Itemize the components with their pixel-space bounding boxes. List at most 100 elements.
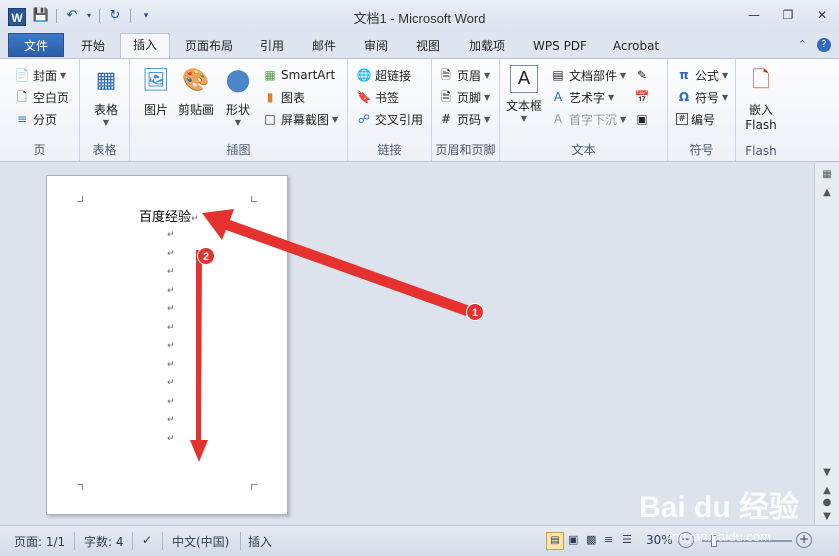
date-time-button[interactable]: 📅 (634, 87, 650, 107)
close-icon[interactable]: ✕ (811, 6, 833, 24)
textbox-button[interactable]: A 文本框 ▼ (504, 65, 544, 123)
signature-line-button[interactable]: ✎ (634, 65, 650, 85)
page-break-button[interactable]: ≡ 分页 (14, 109, 57, 129)
restore-icon[interactable]: ❐ (777, 6, 799, 24)
textbox-label: 文本框 (505, 99, 542, 113)
textbox-icon: A (510, 65, 538, 93)
object-icon: ▣ (636, 112, 648, 126)
page-number-button[interactable]: # 页码 ▼ (438, 109, 490, 129)
chart-button[interactable]: ▮ 图表 (262, 87, 305, 107)
paragraph-mark: ↵ (167, 415, 175, 425)
footer-label: 页脚 (457, 90, 482, 105)
window-controls: — ❐ ✕ (743, 6, 833, 24)
hyperlink-button[interactable]: 🌐 超链接 (356, 65, 412, 85)
numbering-button[interactable]: # 编号 (676, 109, 715, 129)
scroll-up-icon[interactable]: ▲ (818, 185, 836, 201)
table-icon: ▦ (95, 68, 117, 93)
ruler-toggle-icon[interactable]: ▦ (818, 167, 836, 183)
tab-acrobat[interactable]: Acrobat (604, 35, 668, 58)
shapes-button[interactable]: ⬤ 形状 ▼ (218, 65, 258, 127)
paragraph-mark: ↵ (167, 433, 175, 444)
vertical-scrollbar[interactable]: ▦ ▲ ▼ ▲ ● ▼ (814, 163, 839, 525)
tab-page-layout[interactable]: 页面布局 (176, 35, 242, 58)
table-button-label: 表格 (93, 103, 118, 117)
footer-button[interactable]: 🗎 页脚 ▼ (438, 87, 490, 107)
tab-file[interactable]: 文件 (8, 33, 64, 57)
screenshot-button[interactable]: □ 屏幕截图 ▼ (262, 109, 338, 129)
status-separator (132, 532, 133, 550)
group-label-text: 文本 (571, 143, 596, 157)
minimize-icon[interactable]: — (743, 6, 765, 24)
shapes-label: 形状 (225, 103, 250, 117)
picture-button[interactable]: 🖼 图片 (136, 65, 176, 118)
drop-cap-icon: A (553, 112, 563, 126)
blank-page-button[interactable]: 🗋 空白页 (14, 87, 69, 107)
drop-cap-button[interactable]: A 首字下沉 ▼ (550, 109, 626, 129)
paragraph-mark: ↵ (167, 230, 175, 240)
tab-home[interactable]: 开始 (72, 35, 114, 58)
screenshot-icon: □ (264, 112, 276, 126)
status-page[interactable]: 页面: 1/1 (14, 533, 65, 550)
paragraph-mark: ↵ (167, 285, 175, 296)
group-label-tables: 表格 (92, 143, 117, 157)
crop-mark (251, 484, 257, 490)
full-screen-reading-icon[interactable]: ▣ (568, 533, 578, 546)
tab-references[interactable]: 引用 (250, 35, 294, 58)
ribbon-tab-controls: ⌃ ? (798, 38, 831, 52)
tab-mailings[interactable]: 邮件 (302, 35, 346, 58)
quick-parts-button[interactable]: ▤ 文档部件 ▼ (550, 65, 626, 85)
flash-icon: 🗋 (752, 68, 770, 93)
zoom-in-icon[interactable]: + (796, 532, 812, 548)
group-links: 🌐 超链接 🔖 书签 ☍ 交叉引用 链接 (348, 59, 432, 161)
chevron-down-icon: ▼ (722, 70, 729, 80)
symbol-button[interactable]: Ω 符号 ▼ (676, 87, 728, 107)
print-layout-icon[interactable]: ▤ (546, 532, 564, 550)
annotation-badge-2: 2 (197, 247, 215, 265)
paragraph-mark: ↵ (167, 396, 175, 407)
tab-insert[interactable]: 插入 (120, 33, 170, 58)
status-insert-mode[interactable]: 插入 (248, 533, 272, 550)
clipart-button[interactable]: 🎨 剪贴画 (176, 65, 216, 118)
cover-page-icon: 📄 (14, 68, 30, 82)
wordart-button[interactable]: A 艺术字 ▼ (550, 87, 614, 107)
scroll-down-icon[interactable]: ▼ (818, 465, 836, 481)
picture-icon: 🖼 (142, 68, 170, 93)
drop-cap-label: 首字下沉 (569, 112, 618, 127)
equation-button[interactable]: π 公式 ▼ (676, 65, 728, 85)
chevron-down-icon: ▼ (332, 114, 339, 124)
draft-icon[interactable]: ☰ (622, 533, 632, 546)
document-text[interactable]: 百度经验↵ (139, 206, 199, 225)
document-page[interactable]: 百度经验↵ ↵ ↵ ↵ ↵ ↵ ↵ ↵ ↵ ↵ ↵ ↵ ↵ (46, 175, 288, 515)
proofing-icon[interactable]: ✓ (142, 533, 152, 547)
outline-icon[interactable]: ≡ (604, 533, 613, 546)
help-icon[interactable]: ? (817, 38, 831, 52)
paragraph-mark: ↵ (191, 214, 199, 224)
paragraph-mark: ↵ (167, 304, 175, 314)
tab-addins[interactable]: 加载项 (458, 35, 516, 58)
group-tables: ▦ 表格 ▼ 表格 (80, 59, 130, 161)
tab-wps-pdf[interactable]: WPS PDF (524, 35, 596, 58)
next-page-icon[interactable]: ▼ (818, 509, 836, 525)
tab-view[interactable]: 视图 (406, 35, 450, 58)
smartart-button[interactable]: ▦ SmartArt (262, 65, 335, 85)
numbering-icon: # (676, 113, 688, 125)
web-layout-icon[interactable]: ▩ (586, 533, 596, 546)
cross-reference-button[interactable]: ☍ 交叉引用 (356, 109, 423, 129)
embed-flash-button[interactable]: 🗋 嵌入 Flash (741, 65, 781, 132)
status-language[interactable]: 中文(中国) (172, 533, 229, 550)
object-button[interactable]: ▣ (634, 109, 650, 129)
bookmark-button[interactable]: 🔖 书签 (356, 87, 400, 107)
annotation-badge-1: 1 (466, 303, 484, 321)
status-word-count[interactable]: 字数: 4 (84, 533, 124, 550)
chevron-down-icon: ▼ (60, 70, 67, 80)
ribbon-tabs: 文件 开始 插入 页面布局 引用 邮件 审阅 视图 加载项 WPS PDF Ac… (0, 32, 839, 58)
chevron-down-icon: ▼ (102, 118, 110, 127)
table-button[interactable]: ▦ 表格 ▼ (86, 65, 126, 127)
minimize-ribbon-icon[interactable]: ⌃ (798, 38, 807, 52)
group-pages: 📄 封面 ▼ 🗋 空白页 ≡ 分页 页 (0, 59, 80, 161)
tab-review[interactable]: 审阅 (354, 35, 398, 58)
cover-page-button[interactable]: 📄 封面 ▼ (14, 65, 67, 85)
header-button[interactable]: 🗎 页眉 ▼ (438, 65, 490, 85)
status-separator (240, 532, 241, 550)
bookmark-label: 书签 (375, 90, 400, 105)
